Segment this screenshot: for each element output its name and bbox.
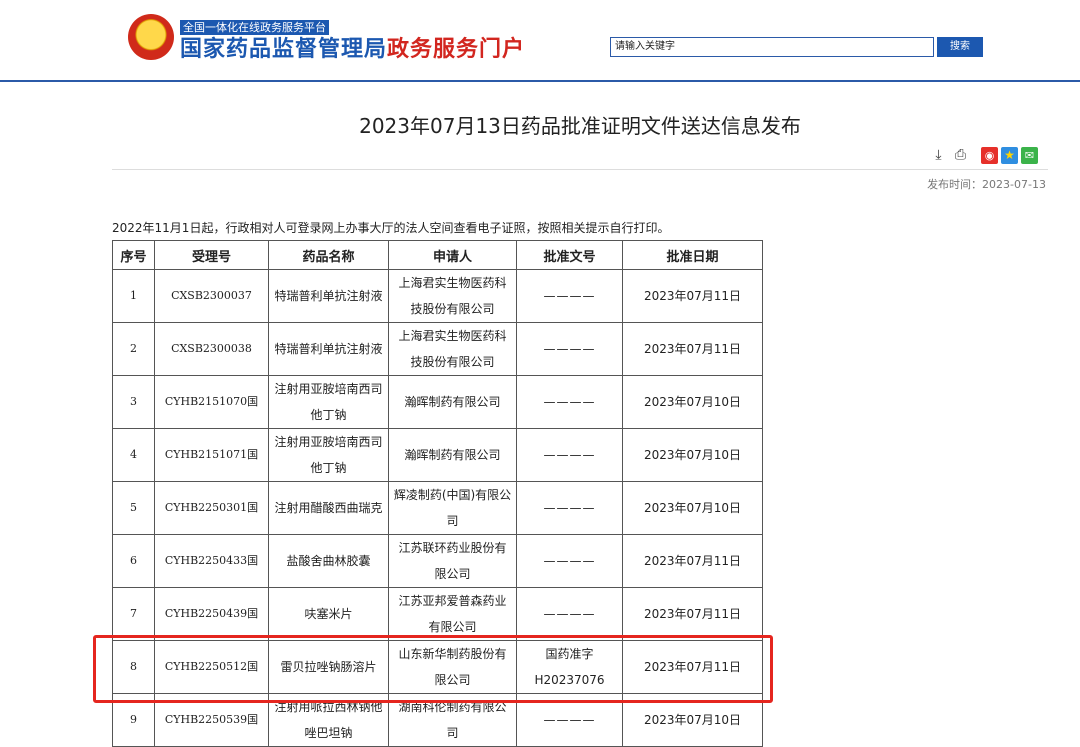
national-emblem-icon: ★	[128, 14, 174, 60]
cell-applicant: 瀚晖制药有限公司	[388, 428, 517, 482]
cell-approval-date: 2023年07月10日	[622, 481, 763, 535]
cell-no: 2	[112, 322, 155, 376]
cell-approval-no: ————	[516, 481, 623, 535]
header-applicant: 申请人	[388, 240, 517, 270]
cell-applicant: 辉凌制药(中国)有限公司	[388, 481, 517, 535]
table-row: 1 CXSB2300037 特瑞普利单抗注射液 上海君实生物医药科技股份有限公司…	[112, 269, 763, 323]
cell-approval-date: 2023年07月11日	[622, 587, 763, 641]
header-accept-no: 受理号	[154, 240, 269, 270]
header-no: 序号	[112, 240, 155, 270]
platform-tag[interactable]: 全国一体化在线政务服务平台	[180, 20, 329, 35]
brand-name: 国家药品监督管理局	[180, 37, 388, 62]
notice-text: 2022年11月1日起，行政相对人可登录网上办事大厅的法人空间查看电子证照，按照…	[112, 221, 670, 235]
cell-approval-no: ————	[516, 322, 623, 376]
cell-no: 1	[112, 269, 155, 323]
cell-no: 7	[112, 587, 155, 641]
cell-drug-name: 呋塞米片	[268, 587, 389, 641]
weibo-icon[interactable]: ◉	[981, 147, 998, 164]
cell-accept-no: CYHB2250439国	[154, 587, 269, 641]
cell-accept-no: CYHB2250301国	[154, 481, 269, 535]
search-input[interactable]: 请输入关键字	[610, 37, 934, 57]
table-row: 3 CYHB2151070国 注射用亚胺培南西司他丁钠 瀚晖制药有限公司 ———…	[112, 375, 763, 429]
cell-drug-name: 特瑞普利单抗注射液	[268, 269, 389, 323]
table-row: 5 CYHB2250301国 注射用醋酸西曲瑞克 辉凌制药(中国)有限公司 ——…	[112, 481, 763, 535]
favorite-icon[interactable]: ★	[1001, 147, 1018, 164]
cell-applicant: 江苏亚邦爱普森药业有限公司	[388, 587, 517, 641]
cell-approval-no: ————	[516, 534, 623, 588]
table-row: 2 CXSB2300038 特瑞普利单抗注射液 上海君实生物医药科技股份有限公司…	[112, 322, 763, 376]
header-drug-name: 药品名称	[268, 240, 389, 270]
cell-no: 4	[112, 428, 155, 482]
cell-drug-name: 注射用亚胺培南西司他丁钠	[268, 428, 389, 482]
cell-drug-name: 注射用醋酸西曲瑞克	[268, 481, 389, 535]
cell-no: 6	[112, 534, 155, 588]
cell-drug-name: 盐酸舍曲林胶囊	[268, 534, 389, 588]
cell-approval-date: 2023年07月10日	[622, 375, 763, 429]
print-icon[interactable]: ⎙	[952, 147, 969, 164]
cell-approval-date: 2023年07月10日	[622, 428, 763, 482]
publish-time: 发布时间：2023-07-13	[927, 178, 1046, 191]
table-row: 6 CYHB2250433国 盐酸舍曲林胶囊 江苏联环药业股份有限公司 ————…	[112, 534, 763, 588]
highlight-annotation-box	[93, 635, 773, 703]
cell-approval-no: ————	[516, 269, 623, 323]
wechat-icon[interactable]: ✉	[1021, 147, 1038, 164]
cell-approval-date: 2023年07月11日	[622, 269, 763, 323]
cell-no: 5	[112, 481, 155, 535]
cell-approval-date: 2023年07月11日	[622, 322, 763, 376]
site-logo[interactable]: 国家药品监督管理局政务服务门户	[180, 36, 525, 64]
header-approval-date: 批准日期	[622, 240, 763, 270]
title-divider	[112, 169, 1048, 170]
cell-applicant: 上海君实生物医药科技股份有限公司	[388, 322, 517, 376]
table-row: 7 CYHB2250439国 呋塞米片 江苏亚邦爱普森药业有限公司 ———— 2…	[112, 587, 763, 641]
cell-accept-no: CYHB2151071国	[154, 428, 269, 482]
cell-approval-date: 2023年07月11日	[622, 534, 763, 588]
cell-approval-no: ————	[516, 375, 623, 429]
brand-portal: 政务服务门户	[387, 37, 526, 62]
search-button[interactable]: 搜索	[937, 37, 983, 57]
download-icon[interactable]: ⤓	[930, 147, 947, 164]
cell-drug-name: 注射用亚胺培南西司他丁钠	[268, 375, 389, 429]
cell-accept-no: CYHB2151070国	[154, 375, 269, 429]
cell-applicant: 江苏联环药业股份有限公司	[388, 534, 517, 588]
cell-accept-no: CXSB2300038	[154, 322, 269, 376]
cell-drug-name: 特瑞普利单抗注射液	[268, 322, 389, 376]
site-header: ★ 全国一体化在线政务服务平台 国家药品监督管理局政务服务门户 请输入关键字 搜…	[0, 0, 1080, 82]
table-row: 4 CYHB2151071国 注射用亚胺培南西司他丁钠 瀚晖制药有限公司 ———…	[112, 428, 763, 482]
cell-accept-no: CXSB2300037	[154, 269, 269, 323]
cell-applicant: 瀚晖制药有限公司	[388, 375, 517, 429]
cell-applicant: 上海君实生物医药科技股份有限公司	[388, 269, 517, 323]
table-header-row: 序号 受理号 药品名称 申请人 批准文号 批准日期	[112, 240, 763, 270]
header-approval-no: 批准文号	[516, 240, 623, 270]
cell-approval-no: ————	[516, 587, 623, 641]
cell-accept-no: CYHB2250433国	[154, 534, 269, 588]
cell-no: 3	[112, 375, 155, 429]
page-title: 2023年07月13日药品批准证明文件送达信息发布	[359, 114, 801, 138]
cell-approval-no: ————	[516, 428, 623, 482]
